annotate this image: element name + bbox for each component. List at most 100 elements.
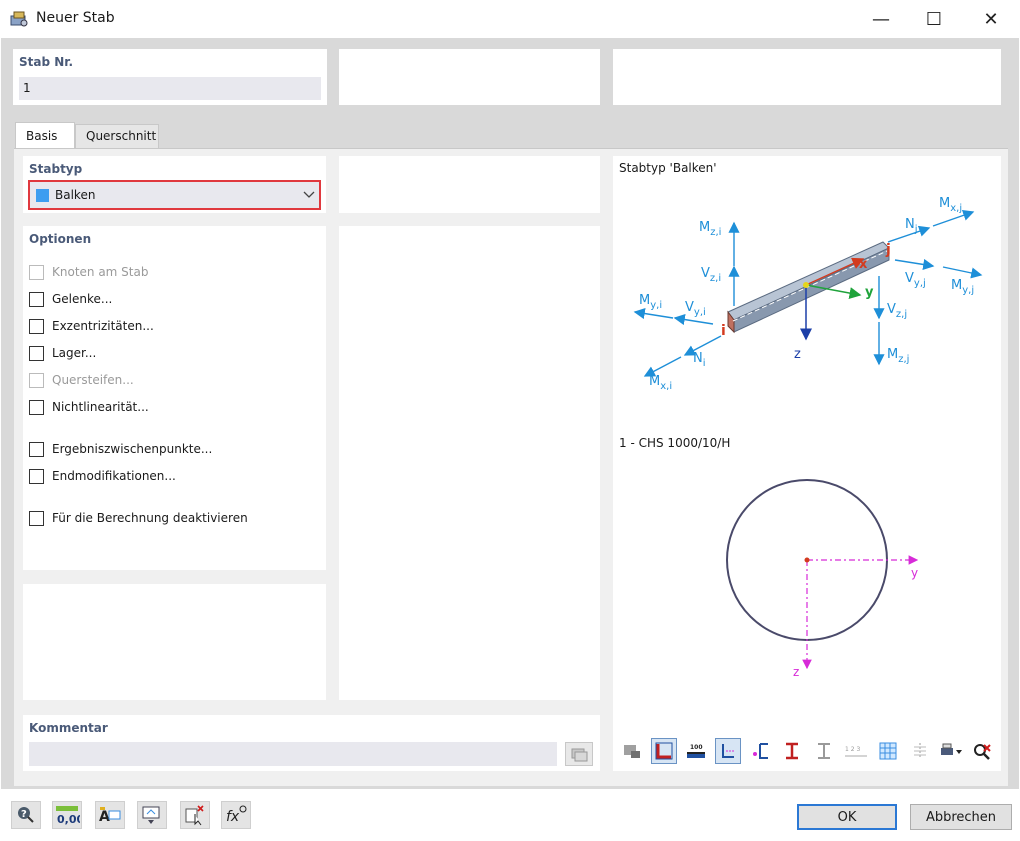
member-diagram: x y z i j Mz,i Vz,i My,i Vy,i Ni Mx,i Nj… [633, 196, 983, 392]
option-ergebniszwischenpunkte[interactable]: Ergebniszwischenpunkte... [29, 440, 212, 458]
stabtyp-dropdown[interactable]: Balken [28, 180, 321, 210]
force-label-vyj: Vy,j [905, 271, 926, 289]
checkbox[interactable] [29, 264, 44, 280]
section-axis-y-label: y [911, 566, 918, 580]
render-icon [624, 745, 640, 758]
shear-center-button[interactable] [747, 738, 773, 764]
library-icon [571, 748, 588, 762]
force-label-vyi: Vy,i [685, 300, 706, 318]
axis-z-label: z [794, 347, 801, 362]
units-button[interactable]: 0,00 [52, 801, 82, 829]
preview-section-title: 1 - CHS 1000/10/H [619, 436, 731, 450]
grid-button[interactable] [875, 738, 901, 764]
units-icon: 0,00 [56, 806, 80, 826]
help-button[interactable]: ? [11, 801, 41, 829]
option-gelenke[interactable]: Gelenke... [29, 290, 112, 308]
option-nichtlinearitaet[interactable]: Nichtlinearität... [29, 398, 149, 416]
force-label-mzi: Mz,i [699, 220, 721, 238]
numbering-button[interactable]: 1 2 3 [843, 738, 869, 764]
close-button[interactable]: ✕ [968, 0, 1014, 38]
lower-left-panel [23, 584, 326, 700]
force-label-ni: Ni [693, 351, 706, 369]
points-button[interactable] [907, 738, 933, 764]
kommentar-library-button[interactable] [565, 742, 593, 766]
checkbox[interactable] [29, 468, 44, 484]
minimize-icon: — [872, 8, 890, 30]
force-label-vzi: Vz,i [701, 266, 721, 284]
svg-text:Vy,j: Vy,j [905, 271, 926, 289]
maximize-button[interactable]: ☐ [911, 0, 957, 38]
ibeam-icon [786, 742, 798, 760]
tab-basis[interactable]: Basis [15, 122, 75, 150]
stabtyp-middle-panel [339, 156, 600, 213]
option-exzentrizitaeten[interactable]: Exzentrizitäten... [29, 317, 154, 335]
axis-x-label: x [859, 257, 868, 272]
close-icon: ✕ [983, 8, 999, 30]
node-j-label: j [885, 242, 891, 258]
checkbox[interactable] [29, 399, 44, 415]
grid-icon [879, 742, 897, 760]
option-deaktivieren[interactable]: Für die Berechnung deaktivieren [29, 509, 248, 527]
svg-text:100: 100 [690, 744, 703, 751]
optionen-middle-panel [339, 226, 600, 700]
preview-panel: Stabtyp 'Balken' x y z i j Mz,i Vz,i My,… [613, 156, 1001, 771]
svg-text:Mz,j: Mz,j [887, 347, 909, 365]
section-diagram: y z [726, 479, 919, 679]
render-mode-button[interactable] [619, 738, 645, 764]
section-axis-z-label: z [793, 665, 799, 679]
section-outline-button[interactable] [651, 738, 677, 764]
axes-button[interactable] [715, 738, 741, 764]
app-icon [10, 11, 28, 27]
dimensions-button[interactable]: 100 [683, 738, 709, 764]
tab-content: Stabtyp Balken Optionen Knoten am Stab G… [14, 148, 1008, 786]
svg-text:0,00: 0,00 [57, 813, 80, 826]
ok-button[interactable]: OK [797, 804, 897, 830]
stab-nr-panel: Stab Nr. 1 [13, 49, 327, 105]
svg-text:Vz,i: Vz,i [701, 266, 721, 284]
force-label-mzj: Mz,j [887, 347, 909, 365]
cancel-button[interactable]: Abbrechen [910, 804, 1012, 830]
top-middle-panel [339, 49, 600, 105]
svg-text:My,j: My,j [951, 278, 974, 296]
text-button[interactable]: A [95, 801, 125, 829]
reset-view-button[interactable] [969, 738, 995, 764]
tab-querschnitt[interactable]: Querschnitt [75, 124, 159, 148]
force-label-myj: My,j [951, 278, 974, 296]
top-right-panel [613, 49, 1001, 105]
axes-icon [722, 744, 734, 758]
checkbox[interactable] [29, 345, 44, 361]
checkbox[interactable] [29, 510, 44, 526]
checkbox[interactable] [29, 318, 44, 334]
checkbox[interactable] [29, 441, 44, 457]
option-quersteifen[interactable]: Quersteifen... [29, 371, 134, 389]
option-lager[interactable]: Lager... [29, 344, 96, 362]
svg-text:My,i: My,i [639, 293, 662, 311]
svg-text:fx: fx [226, 809, 240, 825]
svg-text:Ni: Ni [693, 351, 706, 369]
stab-nr-input[interactable]: 1 [19, 77, 321, 100]
shear-center-icon [753, 743, 768, 759]
select-button[interactable] [180, 801, 210, 829]
option-endmodifikationen[interactable]: Endmodifikationen... [29, 467, 176, 485]
svg-text:A: A [99, 809, 110, 825]
option-knoten-am-stab[interactable]: Knoten am Stab [29, 263, 148, 281]
stab-nr-label: Stab Nr. [19, 55, 74, 69]
ibeam-outline-button[interactable] [811, 738, 837, 764]
kommentar-panel: Kommentar [23, 715, 600, 771]
minimize-button[interactable]: — [858, 0, 904, 38]
window-title: Neuer Stab [36, 10, 115, 26]
ibeam-button[interactable] [779, 738, 805, 764]
checkbox[interactable] [29, 291, 44, 307]
kommentar-input[interactable] [29, 742, 557, 766]
svg-text:Mx,j: Mx,j [939, 196, 962, 214]
preview-toolbar: 100 1 2 3 [619, 738, 995, 766]
formula-button[interactable]: fx [221, 801, 251, 829]
force-label-mxj: Mx,j [939, 196, 962, 214]
svg-text:1 2 3: 1 2 3 [845, 746, 860, 753]
svg-text:Vz,j: Vz,j [887, 302, 907, 320]
print-button[interactable] [937, 738, 967, 764]
checkbox[interactable] [29, 372, 44, 388]
view-icon [142, 806, 160, 824]
ibeam-outline-icon [818, 743, 830, 759]
view-button[interactable] [137, 801, 167, 829]
